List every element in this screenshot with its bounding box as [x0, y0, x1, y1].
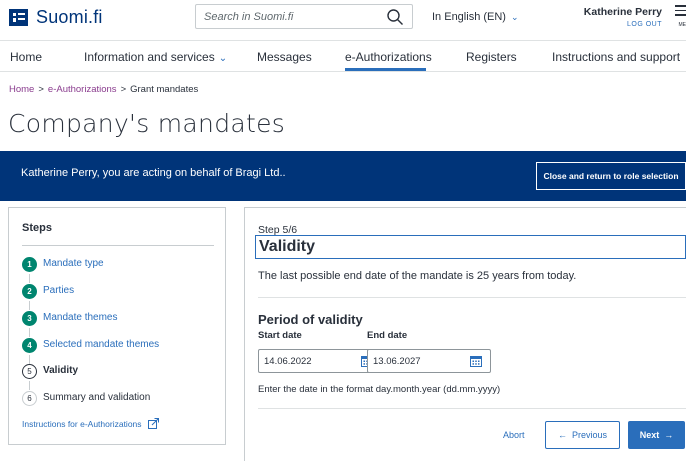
arrow-left-icon: ← [557, 430, 567, 440]
instructions-link-label: Instructions for e-Authorizations [22, 419, 142, 429]
abort-link[interactable]: Abort [503, 430, 525, 440]
end-date-label: End date [367, 330, 408, 341]
intro-text: The last possible end date of the mandat… [258, 270, 577, 282]
breadcrumb: Home > e-Authorizations > Grant mandates [9, 84, 198, 95]
step-number: 1 [22, 257, 37, 272]
breadcrumb-e-authorizations[interactable]: e-Authorizations [48, 84, 117, 95]
step-number: 6 [22, 391, 37, 406]
steps-panel: Steps 1 Mandate type 2 Parties 3 Mandate… [8, 207, 226, 445]
suomi-logo-icon[interactable] [9, 9, 28, 26]
end-date-input[interactable] [368, 350, 458, 372]
divider [258, 297, 686, 298]
language-selector[interactable]: In English (EN) ⌄ [432, 11, 519, 23]
period-title: Period of validity [258, 312, 363, 327]
step-label: Validity [43, 365, 79, 376]
chevron-down-icon: ⌄ [510, 12, 519, 22]
step-label: Summary and validation [43, 392, 151, 403]
breadcrumb-separator: > [38, 84, 44, 95]
language-label: In English (EN) [432, 11, 506, 23]
start-date-input[interactable] [259, 350, 349, 372]
role-banner-text: Katherine Perry, you are acting on behal… [21, 167, 286, 179]
step-number: 3 [22, 311, 37, 326]
breadcrumb-current: Grant mandates [130, 84, 199, 95]
user-name: Katherine Perry [583, 6, 662, 18]
step-number: 2 [22, 284, 37, 299]
step-label: Mandate themes [43, 312, 118, 323]
next-button-label: Next [639, 430, 660, 440]
steps-divider [22, 245, 214, 246]
chevron-down-icon: ⌄ [218, 53, 228, 64]
step-number: 5 [22, 364, 37, 379]
page-title: Company's mandates [8, 109, 286, 138]
nav-messages[interactable]: Messages [257, 50, 312, 64]
search-icon[interactable] [386, 8, 404, 26]
previous-button-label: Previous [572, 430, 608, 440]
next-button[interactable]: Next → [628, 421, 685, 449]
nav-registers[interactable]: Registers [466, 50, 517, 64]
nav-information-services[interactable]: Information and services ⌄ [84, 50, 227, 64]
step-number: 4 [22, 338, 37, 353]
step-connector [29, 328, 30, 337]
step-connector [29, 381, 30, 390]
end-date-field [367, 349, 491, 373]
section-title: Validity [255, 235, 686, 259]
nav-e-authorizations[interactable]: e-Authorizations [345, 50, 432, 64]
step-label: Selected mandate themes [43, 339, 160, 350]
logout-link[interactable]: LOG OUT [627, 21, 662, 28]
breadcrumb-home[interactable]: Home [9, 84, 34, 95]
steps-title: Steps [22, 222, 52, 234]
nav-instructions-support[interactable]: Instructions and support [552, 50, 680, 64]
site-logo-text[interactable]: Suomi.fi [36, 7, 103, 28]
start-date-label: Start date [258, 330, 302, 341]
start-date-field [258, 349, 382, 373]
step-connector [29, 355, 30, 364]
close-return-role-button[interactable]: Close and return to role selection [536, 162, 686, 190]
search-input[interactable] [196, 5, 376, 28]
nav-information-services-label: Information and services [84, 50, 215, 64]
site-header: Suomi.fi In English (EN) ⌄ Katherine Perr… [0, 0, 686, 40]
date-format-hint: Enter the date in the format day.month.y… [258, 384, 501, 395]
menu-label: ME [678, 22, 686, 28]
nav-active-indicator [345, 68, 426, 71]
step-label: Parties [43, 285, 75, 296]
previous-button[interactable]: ← Previous [545, 421, 620, 449]
search-box [195, 4, 413, 29]
hamburger-menu-icon[interactable] [675, 5, 686, 19]
step-connector [29, 274, 30, 283]
step-connector [29, 301, 30, 310]
arrow-right-icon: → [664, 430, 674, 440]
external-link-icon [147, 418, 159, 429]
instructions-link[interactable]: Instructions for e-Authorizations [22, 418, 159, 429]
nav-home[interactable]: Home [10, 50, 42, 64]
calendar-icon[interactable] [470, 355, 482, 367]
divider [258, 408, 686, 409]
main-navigation: Home Information and services ⌄ Messages … [0, 40, 686, 72]
breadcrumb-separator: > [120, 84, 127, 95]
step-label: Mandate type [43, 258, 104, 269]
